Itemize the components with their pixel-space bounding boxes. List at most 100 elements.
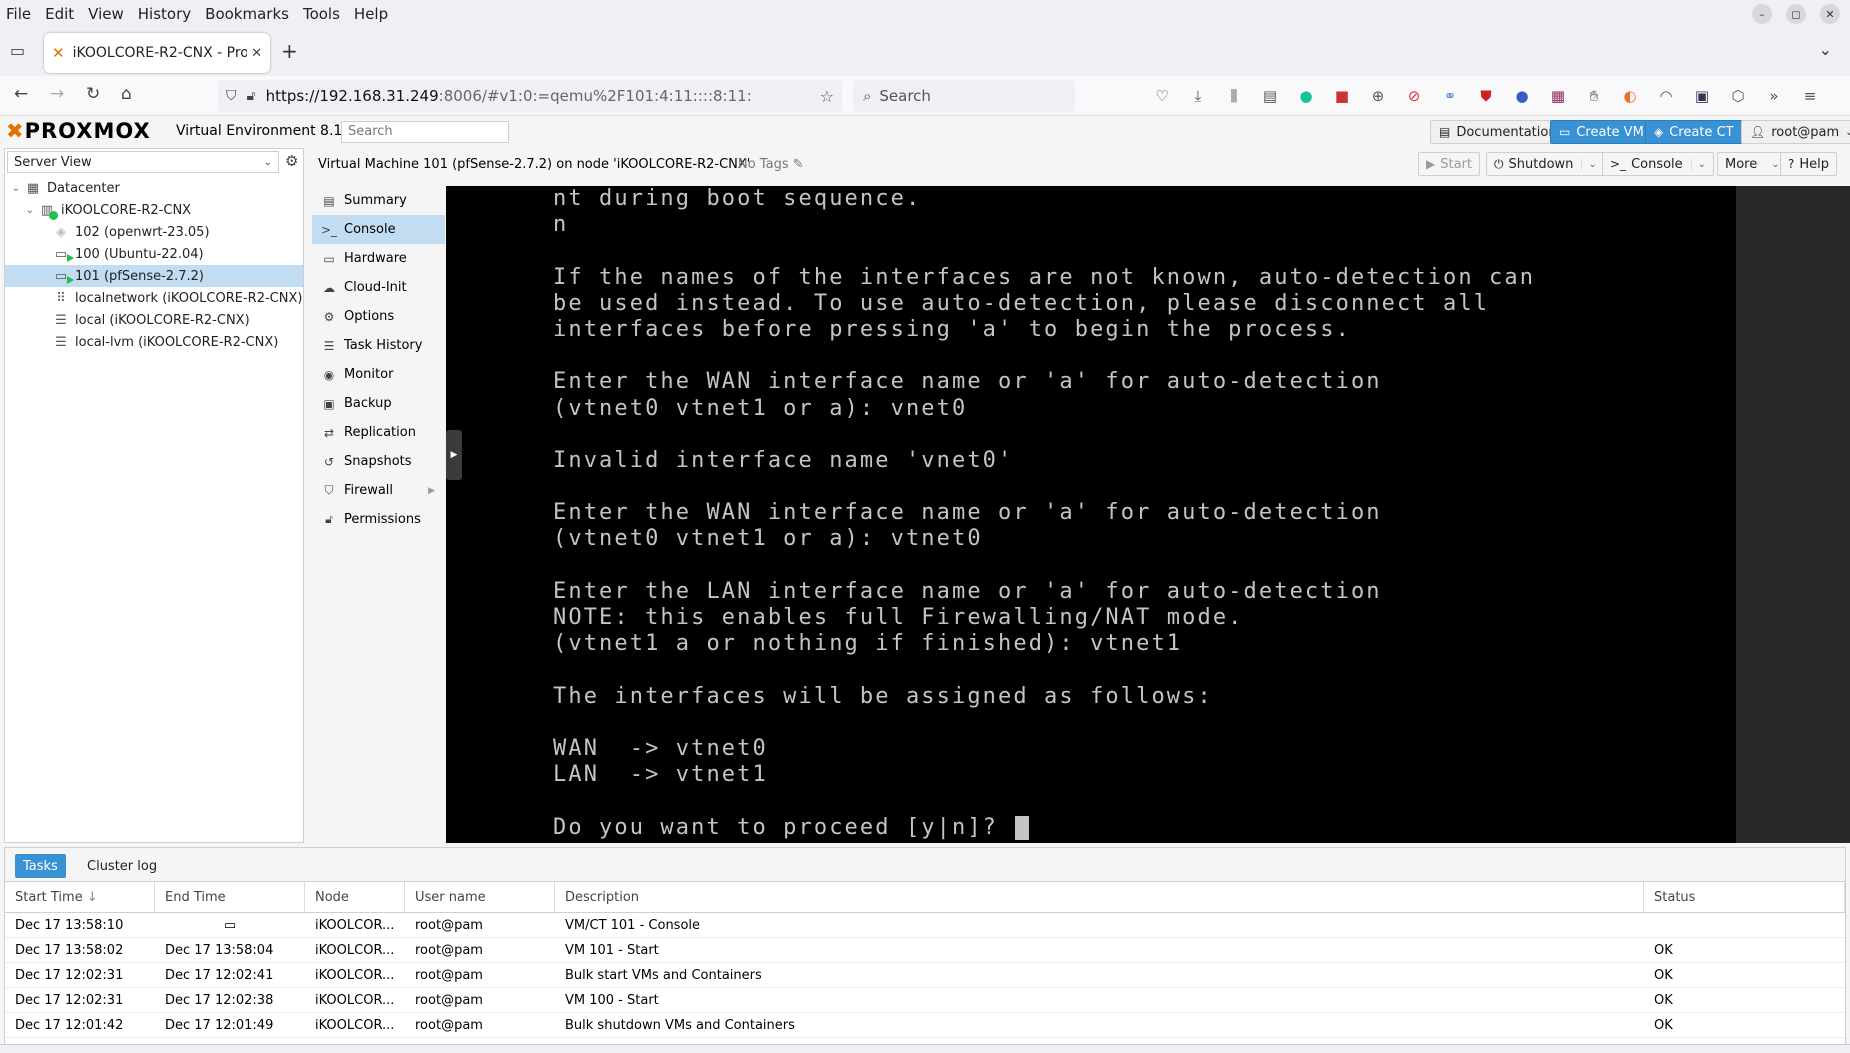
chevron-right-icon[interactable]: ▶: [428, 486, 435, 496]
gear-icon[interactable]: ⚙: [285, 152, 298, 170]
browser-tab-active[interactable]: ✕ iKOOLCORE-R2-CNX - Proxmox ✕: [44, 33, 270, 73]
col-status[interactable]: Status: [1644, 882, 1845, 912]
bookmark-star-icon[interactable]: ☆: [820, 87, 834, 106]
nav-snapshots[interactable]: ↺ Snapshots: [312, 447, 445, 476]
new-tab-icon[interactable]: +: [281, 39, 298, 63]
menu-view[interactable]: View: [88, 5, 124, 23]
nav-monitor[interactable]: ◉ Monitor: [312, 360, 445, 389]
back-icon[interactable]: ←: [14, 84, 28, 104]
chevron-down-icon[interactable]: ⌄: [1581, 158, 1597, 170]
console-screen[interactable]: nt during boot sequence. n If the names of…: [446, 186, 1736, 843]
tab-cluster-log[interactable]: Cluster log: [79, 854, 165, 878]
pve-search-input[interactable]: Search: [341, 121, 509, 143]
col-description[interactable]: Description: [555, 882, 1644, 912]
col-start-time[interactable]: Start Time ↓: [5, 882, 155, 912]
task-row[interactable]: Dec 17 13:58:02 Dec 17 13:58:04 iKOOLCOR..…: [5, 938, 1845, 963]
task-row[interactable]: Dec 17 12:02:31 Dec 17 12:02:38 iKOOLCOR..…: [5, 988, 1845, 1013]
lock-icon[interactable]: 🔓︎: [247, 88, 256, 104]
menu-help[interactable]: Help: [354, 5, 388, 23]
nav-hardware[interactable]: ▭ Hardware: [312, 244, 445, 273]
nav-cloud-init[interactable]: ☁ Cloud-Init: [312, 273, 445, 302]
task-row[interactable]: Dec 17 12:02:31 Dec 17 12:02:41 iKOOLCOR..…: [5, 963, 1845, 988]
menu-history[interactable]: History: [138, 5, 191, 23]
chevron-down-icon[interactable]: ⌄: [1765, 159, 1779, 170]
more-button[interactable]: More ⌄: [1717, 152, 1788, 176]
tab-manager-icon[interactable]: ▭: [10, 41, 25, 60]
documentation-button[interactable]: ▤ Documentation: [1430, 120, 1566, 144]
library-icon[interactable]: ⫼: [1222, 85, 1246, 107]
blocker-icon[interactable]: ⊘: [1402, 85, 1426, 107]
pocket-icon[interactable]: ♡: [1150, 85, 1174, 107]
extension-orange-icon[interactable]: ◐: [1618, 85, 1642, 107]
menu-tools[interactable]: Tools: [303, 5, 340, 23]
help-button[interactable]: ? Help: [1780, 152, 1838, 176]
nav-summary[interactable]: ▤ Summary: [312, 186, 445, 215]
shutdown-button[interactable]: ⏻ Shutdown ⌄: [1486, 152, 1605, 176]
downloads-icon[interactable]: ⤓: [1186, 85, 1210, 107]
extension-grid-icon[interactable]: ▦: [1546, 85, 1570, 107]
url-bar[interactable]: ⛉ 🔓︎ https://192.168.31.249:8006/#v1:0:=…: [218, 80, 842, 112]
globe-icon[interactable]: ●: [1510, 85, 1534, 107]
nav-replication[interactable]: ⇄ Replication: [312, 418, 445, 447]
link-icon[interactable]: ⚭: [1438, 85, 1462, 107]
nav-task-history[interactable]: ☰ Task History: [312, 331, 445, 360]
collapse-sidebar-handle[interactable]: ▶: [446, 430, 462, 480]
view-select[interactable]: Server View ⌄: [7, 151, 279, 173]
tree-node-host[interactable]: ⌄ ▥ iKOOLCORE-R2-CNX: [5, 199, 303, 221]
browser-search-bar[interactable]: ⌕ Search: [853, 80, 1075, 112]
tab-tasks[interactable]: Tasks: [15, 854, 66, 878]
tree-node-vm-101[interactable]: ▭ 101 (pfSense-2.7.2): [5, 265, 303, 287]
tree-node-localnetwork[interactable]: ⠿ localnetwork (iKOOLCORE-R2-CNX): [5, 287, 303, 309]
nav-backup[interactable]: ▣ Backup: [312, 389, 445, 418]
menu-edit[interactable]: Edit: [45, 5, 74, 23]
nav-options[interactable]: ⚙ Options: [312, 302, 445, 331]
shield-icon[interactable]: ⛉: [226, 88, 237, 104]
maximize-icon[interactable]: ◻: [1786, 4, 1806, 24]
col-node[interactable]: Node: [305, 882, 405, 912]
close-window-icon[interactable]: ✕: [1820, 4, 1840, 24]
vm-console[interactable]: nt during boot sequence. n If the names of…: [446, 186, 1850, 843]
menu-bookmarks[interactable]: Bookmarks: [205, 5, 289, 23]
nav-firewall[interactable]: ⛉ Firewall ▶: [312, 476, 445, 505]
tree-node-storage-local-lvm[interactable]: ☰ local-lvm (iKOOLCORE-R2-CNX): [5, 331, 303, 353]
tags-label[interactable]: No Tags ✎: [738, 157, 804, 172]
create-vm-button[interactable]: ▭ Create VM: [1550, 120, 1653, 144]
extensions-icon[interactable]: ⬡: [1726, 85, 1750, 107]
task-row[interactable]: Dec 17 13:58:10 ▭ iKOOLCOR... root@pam VM/CT…: [5, 913, 1845, 938]
grammarly-icon[interactable]: ●: [1294, 85, 1318, 107]
console-button[interactable]: >_ Console ⌄: [1602, 152, 1715, 176]
create-ct-button[interactable]: ◈ Create CT: [1645, 120, 1743, 144]
col-user[interactable]: User name: [405, 882, 555, 912]
collapse-icon[interactable]: ⌄: [9, 183, 23, 194]
headphones-icon[interactable]: ◠: [1654, 85, 1678, 107]
tree-node-ct-102[interactable]: ◈ 102 (openwrt-23.05): [5, 221, 303, 243]
user-menu-button[interactable]: 👤︎ root@pam ⌄: [1741, 120, 1850, 144]
nav-permissions[interactable]: 🔓︎ Permissions: [312, 505, 445, 534]
task-row[interactable]: Dec 17 12:01:42 Dec 17 12:01:49 iKOOLCOR..…: [5, 1013, 1845, 1038]
tree-node-storage-local[interactable]: ☰ local (iKOOLCORE-R2-CNX): [5, 309, 303, 331]
translate-icon[interactable]: ⊕: [1366, 85, 1390, 107]
extension-red-icon[interactable]: ■: [1330, 85, 1354, 107]
close-tab-icon[interactable]: ✕: [251, 46, 262, 61]
forward-icon[interactable]: →: [50, 84, 64, 104]
home-icon[interactable]: ⌂: [121, 84, 132, 104]
tree-node-vm-100[interactable]: ▭ 100 (Ubuntu-22.04): [5, 243, 303, 265]
nav-console[interactable]: >_ Console: [312, 215, 445, 244]
ublock-icon[interactable]: ⛊: [1474, 85, 1498, 107]
hamburger-menu-icon[interactable]: ≡: [1798, 85, 1822, 107]
col-end-time[interactable]: End Time: [155, 882, 305, 912]
start-button[interactable]: ▶ Start: [1418, 152, 1480, 176]
pencil-icon[interactable]: ✎: [793, 157, 804, 172]
minimize-icon[interactable]: –: [1752, 4, 1772, 24]
list-all-tabs-icon[interactable]: ⌄: [1819, 40, 1832, 59]
tree-node-datacenter[interactable]: ⌄ ▦ Datacenter: [5, 177, 303, 199]
overflow-menu-icon[interactable]: »: [1762, 85, 1786, 107]
gnome-icon[interactable]: ✋︎: [1582, 85, 1606, 107]
photo-icon[interactable]: ▣: [1690, 85, 1714, 107]
chevron-down-icon[interactable]: ⌄: [1690, 158, 1706, 170]
menu-file[interactable]: File: [6, 5, 31, 23]
reload-icon[interactable]: ↻: [86, 84, 100, 104]
url-text[interactable]: https://192.168.31.249:8006/#v1:0:=qemu%…: [266, 87, 820, 105]
collapse-icon[interactable]: ⌄: [23, 205, 37, 216]
reader-view-icon[interactable]: ▤: [1258, 85, 1282, 107]
